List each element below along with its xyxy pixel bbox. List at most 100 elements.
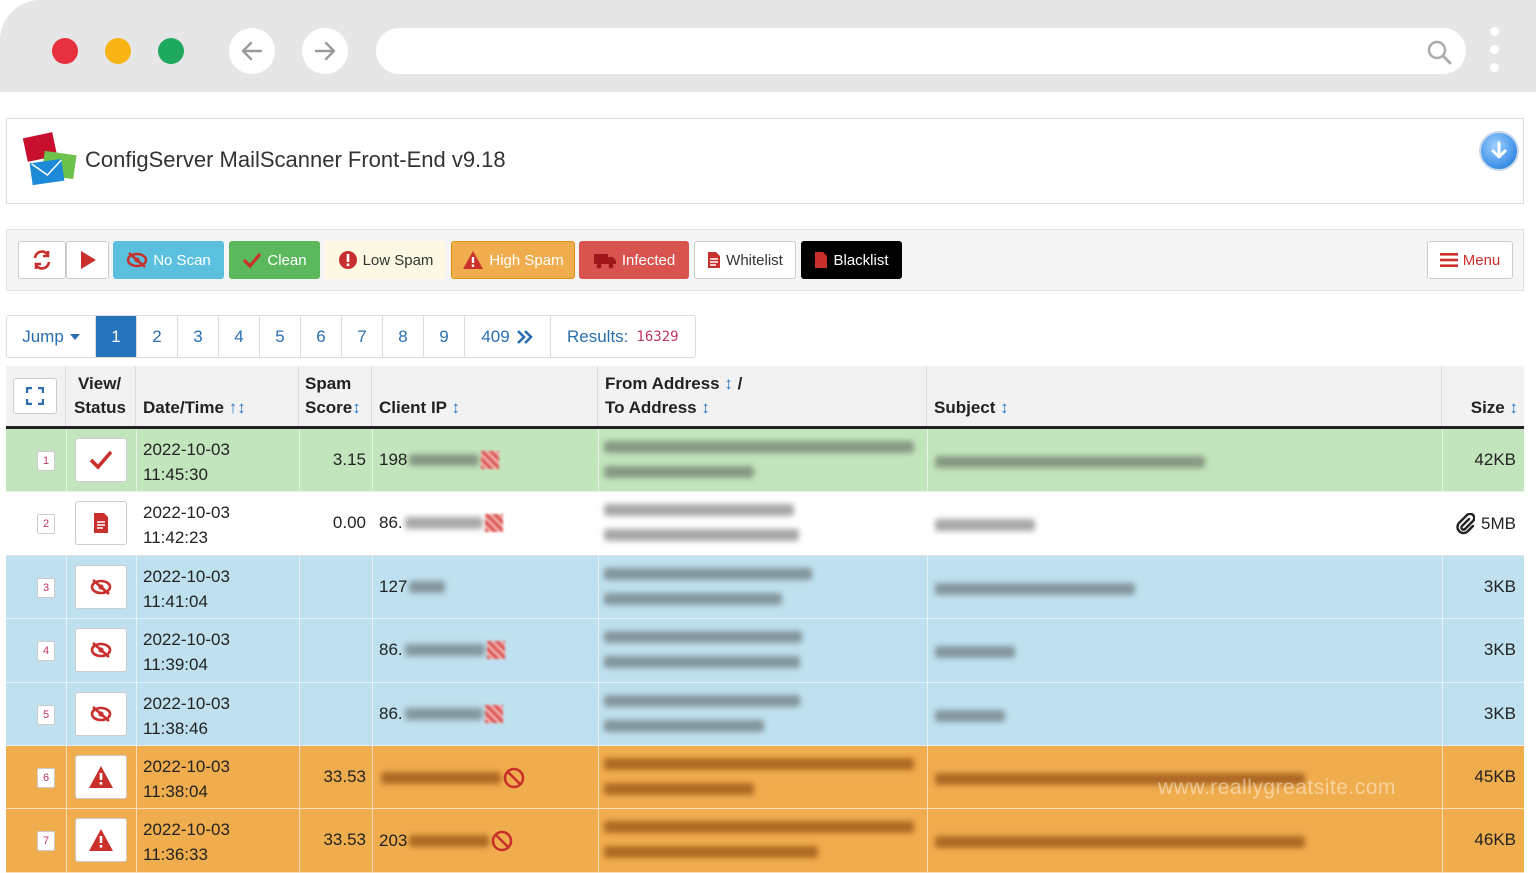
browser-chrome [0, 0, 1536, 92]
row-date: 2022-10-03 [143, 440, 230, 459]
high-spam-filter[interactable]: High Spam [451, 241, 575, 279]
download-button[interactable] [1479, 131, 1519, 171]
row-size-text: 5MB [1481, 514, 1516, 534]
view-message-button[interactable] [75, 438, 127, 482]
client-ip-header-text: Client IP [379, 398, 447, 417]
flag-icon [486, 641, 505, 660]
view-message-button[interactable] [75, 501, 127, 546]
spam-score-header[interactable]: Spam Score↕ [299, 366, 372, 426]
subject-header[interactable]: Subject ↕ [927, 366, 1442, 426]
refresh-button[interactable] [18, 241, 66, 279]
infected-filter[interactable]: Infected [579, 241, 689, 279]
forward-button[interactable] [302, 28, 348, 74]
row-datetime: 2022-10-03 11:45:30 [143, 437, 230, 487]
address-bar[interactable] [376, 28, 1466, 74]
datetime-header[interactable]: Date/Time ↑↕ [136, 366, 299, 426]
low-spam-label: Low Spam [362, 251, 434, 269]
page-3[interactable]: 3 [178, 316, 219, 357]
address-header[interactable]: From Address ↕ / To Address ↕ [598, 366, 927, 426]
column-divider [598, 555, 599, 619]
column-divider [927, 619, 928, 682]
client-ip-header-label: Client IP ↕ [379, 398, 460, 418]
no-scan-filter[interactable]: No Scan [113, 241, 224, 279]
low-spam-filter[interactable]: Low Spam [325, 241, 446, 279]
row-addresses [604, 631, 802, 681]
row-addresses [604, 567, 812, 618]
page-2[interactable]: 2 [137, 316, 178, 357]
column-divider [136, 555, 137, 619]
whitelist-filter[interactable]: Whitelist [694, 241, 796, 279]
page-8[interactable]: 8 [383, 316, 424, 357]
redacted-subject [935, 456, 1205, 468]
row-time: 11:39:04 [143, 655, 208, 675]
page-7[interactable]: 7 [342, 316, 383, 357]
table-row[interactable]: 2 2022-10-03 11:42:23 0.00 86. 5MB [6, 492, 1524, 556]
row-ip-text: 198 [379, 450, 408, 469]
table-row[interactable]: 3 2022-10-03 11:41:04 127 3KB [6, 555, 1524, 620]
maximize-window-dot[interactable] [158, 38, 184, 64]
search-icon[interactable] [1426, 39, 1452, 65]
size-header[interactable]: Size ↕ [1442, 366, 1524, 426]
row-subject [935, 645, 1015, 663]
clean-filter[interactable]: Clean [229, 241, 320, 279]
row-ip-text: 127 [379, 576, 408, 596]
column-divider [598, 809, 599, 872]
client-ip-header[interactable]: Client IP ↕ [372, 366, 598, 426]
page-4[interactable]: 4 [219, 316, 260, 357]
close-window-dot[interactable] [52, 38, 78, 64]
view-message-button[interactable] [75, 754, 127, 799]
view-message-button[interactable] [75, 818, 127, 863]
page-1[interactable]: 1 [96, 316, 137, 357]
warning-triangle-icon [89, 829, 113, 852]
browser-menu-icon[interactable] [1490, 27, 1500, 77]
redacted-subject [935, 836, 1305, 849]
row-size: 45KB [1474, 767, 1516, 787]
row-size: 5MB [1455, 513, 1516, 535]
redacted-ip [409, 454, 480, 466]
page-5[interactable]: 5 [260, 316, 301, 357]
page-6[interactable]: 6 [301, 316, 342, 357]
table-row[interactable]: 1 2022-10-03 11:45:30 3.15 198 42KB [6, 429, 1524, 493]
column-divider [136, 745, 137, 809]
menu-button[interactable]: Menu [1427, 241, 1513, 279]
row-date: 2022-10-03 [143, 566, 230, 586]
sort-icon: ↕ [1509, 398, 1519, 417]
blacklist-filter[interactable]: Blacklist [801, 241, 902, 279]
row-spam-score: 33.53 [323, 830, 366, 850]
redacted-subject [935, 646, 1015, 659]
refresh-icon [33, 250, 51, 270]
column-divider [299, 492, 300, 555]
play-button[interactable] [66, 241, 109, 279]
jump-dropdown[interactable]: Jump [7, 316, 96, 357]
minimize-window-dot[interactable] [105, 38, 131, 64]
table-row[interactable]: 5 2022-10-03 11:38:46 86. 3KB [6, 682, 1524, 746]
row-size-text: 3KB [1483, 640, 1516, 660]
view-message-button[interactable] [75, 628, 127, 673]
view-message-button[interactable] [75, 691, 127, 736]
table-row[interactable]: 4 2022-10-03 11:39:04 86. 3KB [6, 619, 1524, 683]
watermark: www.reallygreatsite.com [1158, 776, 1396, 799]
column-divider [299, 555, 300, 619]
row-addresses [604, 694, 800, 745]
spam-score-header-text: Score [305, 398, 353, 417]
back-button[interactable] [229, 28, 275, 74]
page-9[interactable]: 9 [424, 316, 465, 357]
column-divider [372, 429, 373, 492]
view-message-button[interactable] [75, 564, 127, 609]
column-divider [299, 619, 300, 682]
expand-button[interactable] [13, 378, 57, 414]
row-datetime: 2022-10-03 11:38:04 [143, 754, 230, 804]
row-size: 42KB [1474, 450, 1516, 470]
table-row[interactable]: 7 2022-10-03 11:36:33 33.53 203 46KB [6, 809, 1524, 873]
arrow-right-icon [314, 41, 336, 61]
eye-slash-icon [90, 642, 112, 659]
column-divider [1442, 555, 1443, 619]
redacted-to [604, 846, 818, 859]
row-subject [935, 709, 1005, 727]
column-divider [299, 745, 300, 809]
row-date: 2022-10-03 [143, 503, 230, 523]
last-page-button[interactable]: 409 [465, 316, 551, 357]
redacted-subject [935, 582, 1135, 595]
jump-label: Jump [22, 326, 64, 346]
ban-icon [492, 831, 513, 852]
